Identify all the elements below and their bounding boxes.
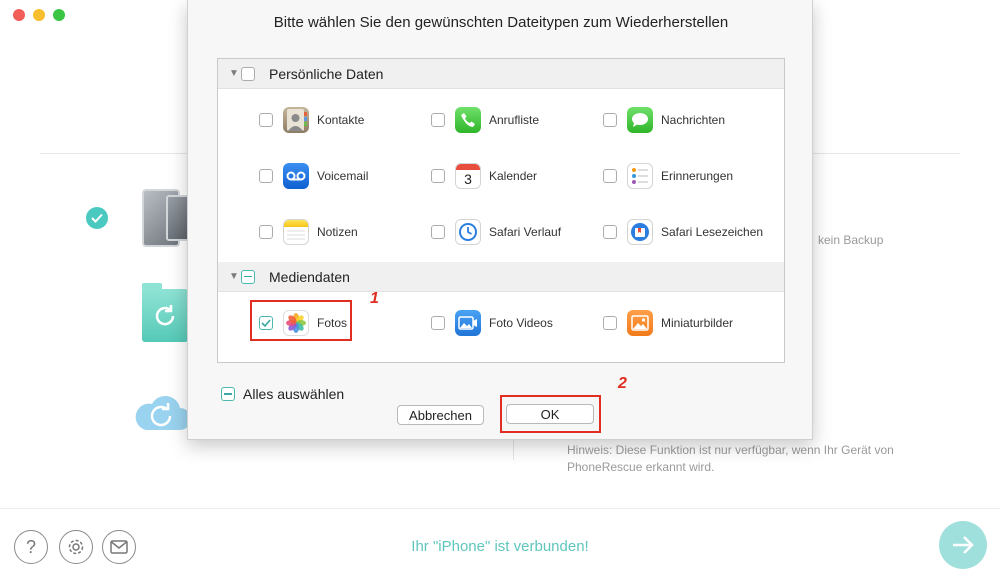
select-all-label: Alles auswählen bbox=[243, 386, 345, 402]
item-checkbox[interactable] bbox=[431, 169, 445, 183]
item-checkbox[interactable] bbox=[259, 113, 273, 127]
item-safari-verlauf[interactable]: Safari Verlauf bbox=[431, 218, 561, 246]
voicemail-icon bbox=[283, 163, 309, 189]
contacts-icon bbox=[283, 107, 309, 133]
next-button[interactable] bbox=[939, 521, 987, 569]
icloud-restore-icon[interactable] bbox=[132, 390, 192, 432]
item-miniaturbilder[interactable]: Miniaturbilder bbox=[603, 309, 733, 337]
item-label: Safari Verlauf bbox=[489, 225, 562, 239]
section-label: Mediendaten bbox=[269, 268, 350, 285]
cancel-button[interactable]: Abbrechen bbox=[397, 405, 484, 425]
connection-status: Ihr "iPhone" ist verbunden! bbox=[411, 538, 589, 555]
hint-text-line2: PhoneRescue erkannt wird. bbox=[567, 460, 715, 474]
backup-info-text: kein Backup bbox=[818, 233, 884, 247]
item-label: Voicemail bbox=[317, 169, 369, 183]
item-notizen[interactable]: Notizen bbox=[259, 218, 358, 246]
section-header-media[interactable]: ▼ Mediendaten bbox=[218, 262, 784, 292]
collapse-triangle-icon[interactable]: ▼ bbox=[229, 271, 241, 282]
item-safari-lesezeichen[interactable]: Safari Lesezeichen bbox=[603, 218, 763, 246]
divider bbox=[513, 440, 514, 460]
item-label: Miniaturbilder bbox=[661, 316, 734, 330]
calendar-icon: 3 bbox=[455, 163, 481, 189]
phone-icon bbox=[455, 107, 481, 133]
item-label: Kalender bbox=[489, 169, 538, 183]
collapse-triangle-icon[interactable]: ▼ bbox=[229, 68, 241, 79]
item-voicemail[interactable]: Voicemail bbox=[259, 162, 368, 190]
item-foto-videos[interactable]: Foto Videos bbox=[431, 309, 553, 337]
minimize-window-button[interactable] bbox=[33, 9, 45, 21]
section-checkbox-media[interactable] bbox=[241, 269, 255, 284]
item-label: Foto Videos bbox=[489, 316, 553, 330]
folder-restore-icon[interactable] bbox=[142, 283, 188, 342]
item-nachrichten[interactable]: Nachrichten bbox=[603, 106, 725, 134]
item-checkbox[interactable] bbox=[259, 169, 273, 183]
item-label: Nachrichten bbox=[661, 113, 726, 127]
item-anrufliste[interactable]: Anrufliste bbox=[431, 106, 539, 134]
item-label: Notizen bbox=[317, 225, 358, 239]
item-checkbox[interactable] bbox=[603, 113, 617, 127]
item-erinnerungen[interactable]: Erinnerungen bbox=[603, 162, 733, 190]
item-checkbox[interactable] bbox=[603, 169, 617, 183]
item-label: Safari Lesezeichen bbox=[661, 225, 764, 239]
item-checkbox[interactable] bbox=[603, 316, 617, 330]
item-checkbox[interactable] bbox=[259, 225, 273, 239]
item-label: Erinnerungen bbox=[661, 169, 734, 183]
arrow-right-icon bbox=[953, 536, 974, 554]
ok-button[interactable]: OK bbox=[506, 404, 594, 424]
annotation-number-2: 2 bbox=[618, 375, 627, 392]
item-checkbox[interactable] bbox=[431, 113, 445, 127]
footer-divider bbox=[0, 508, 1000, 509]
item-checkbox[interactable] bbox=[603, 225, 617, 239]
calendar-day: 3 bbox=[464, 171, 472, 187]
item-kalender[interactable]: 3 Kalender bbox=[431, 162, 537, 190]
section-checkbox-personal[interactable] bbox=[241, 66, 255, 81]
file-type-dialog: Bitte wählen Sie den gewünschten Dateity… bbox=[187, 0, 813, 440]
thumbnails-icon bbox=[627, 310, 653, 336]
section-header-personal[interactable]: ▼ Persönliche Daten bbox=[218, 59, 784, 89]
item-label: Anrufliste bbox=[489, 113, 540, 127]
photo-video-icon bbox=[455, 310, 481, 336]
item-kontakte[interactable]: Kontakte bbox=[259, 106, 364, 134]
checkmark-icon bbox=[86, 207, 108, 229]
safari-history-icon bbox=[455, 219, 481, 245]
messages-icon bbox=[627, 107, 653, 133]
item-label: Kontakte bbox=[317, 113, 365, 127]
section-label: Persönliche Daten bbox=[269, 65, 384, 82]
reminders-icon bbox=[627, 163, 653, 189]
safari-bookmarks-icon bbox=[627, 219, 653, 245]
select-all-checkbox[interactable] bbox=[221, 387, 235, 401]
item-checkbox[interactable] bbox=[431, 316, 445, 330]
close-window-button[interactable] bbox=[13, 9, 25, 21]
notes-icon bbox=[283, 219, 309, 245]
zoom-window-button[interactable] bbox=[53, 9, 65, 21]
annotation-highlight-fotos bbox=[250, 300, 352, 341]
hint-text-line1: Hinweis: Diese Funktion ist nur verfügba… bbox=[567, 443, 894, 457]
select-all[interactable]: Alles auswählen bbox=[221, 386, 344, 402]
annotation-number-1: 1 bbox=[370, 290, 379, 307]
dialog-title: Bitte wählen Sie den gewünschten Dateity… bbox=[273, 14, 729, 31]
device-backup-icon[interactable] bbox=[142, 189, 190, 247]
item-checkbox[interactable] bbox=[431, 225, 445, 239]
